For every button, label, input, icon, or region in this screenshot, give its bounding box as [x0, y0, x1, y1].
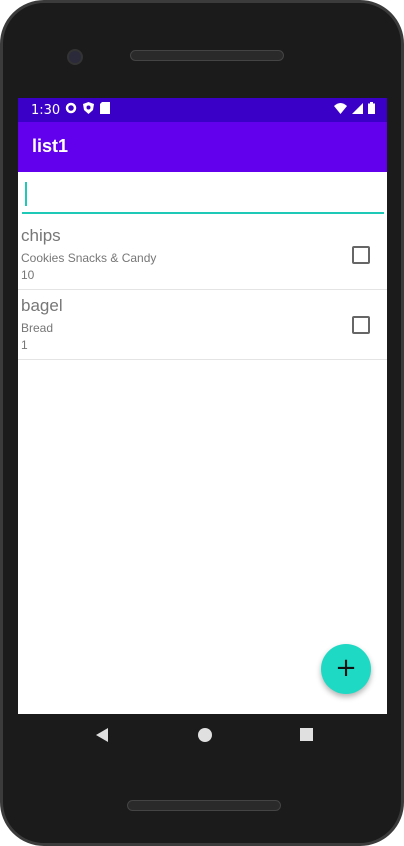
item-category: Bread — [21, 321, 54, 335]
battery-icon — [368, 102, 375, 114]
camera-icon — [67, 49, 83, 65]
shield-icon — [83, 102, 94, 114]
item-category: Cookies Snacks & Candy — [21, 251, 157, 265]
top-speaker — [130, 50, 284, 61]
screen: 1:30 list1 chips Cookies Snacks & Candy … — [18, 98, 387, 714]
home-icon[interactable] — [198, 728, 212, 742]
item-name: bagel — [21, 296, 63, 315]
item-checkbox[interactable] — [352, 316, 370, 334]
status-right-icons — [334, 102, 375, 114]
list-item[interactable]: chips Cookies Snacks & Candy 10 — [18, 220, 387, 290]
item-checkbox[interactable] — [352, 246, 370, 264]
status-left-icons — [65, 102, 110, 114]
plus-icon: + — [335, 653, 357, 683]
sd-card-icon — [100, 102, 110, 114]
wifi-icon — [334, 102, 347, 114]
list-item[interactable]: bagel Bread 1 — [18, 290, 387, 360]
app-bar: list1 — [18, 122, 387, 172]
text-cursor — [25, 182, 27, 206]
search-input[interactable] — [22, 178, 384, 214]
item-quantity: 10 — [21, 268, 35, 282]
add-item-button[interactable]: + — [321, 644, 371, 694]
system-nav-bar — [18, 714, 387, 756]
gear-icon — [65, 102, 77, 114]
status-time: 1:30 — [31, 103, 61, 118]
recents-icon[interactable] — [300, 728, 313, 741]
bottom-speaker — [127, 800, 281, 811]
signal-icon — [352, 102, 363, 114]
back-icon[interactable] — [96, 728, 108, 742]
item-list: chips Cookies Snacks & Candy 10 bagel Br… — [18, 220, 387, 360]
status-bar: 1:30 — [18, 98, 387, 122]
phone-frame: 1:30 list1 chips Cookies Snacks & Candy … — [0, 0, 404, 846]
page-title: list1 — [32, 136, 69, 156]
item-name: chips — [21, 226, 61, 245]
item-quantity: 1 — [21, 338, 28, 352]
